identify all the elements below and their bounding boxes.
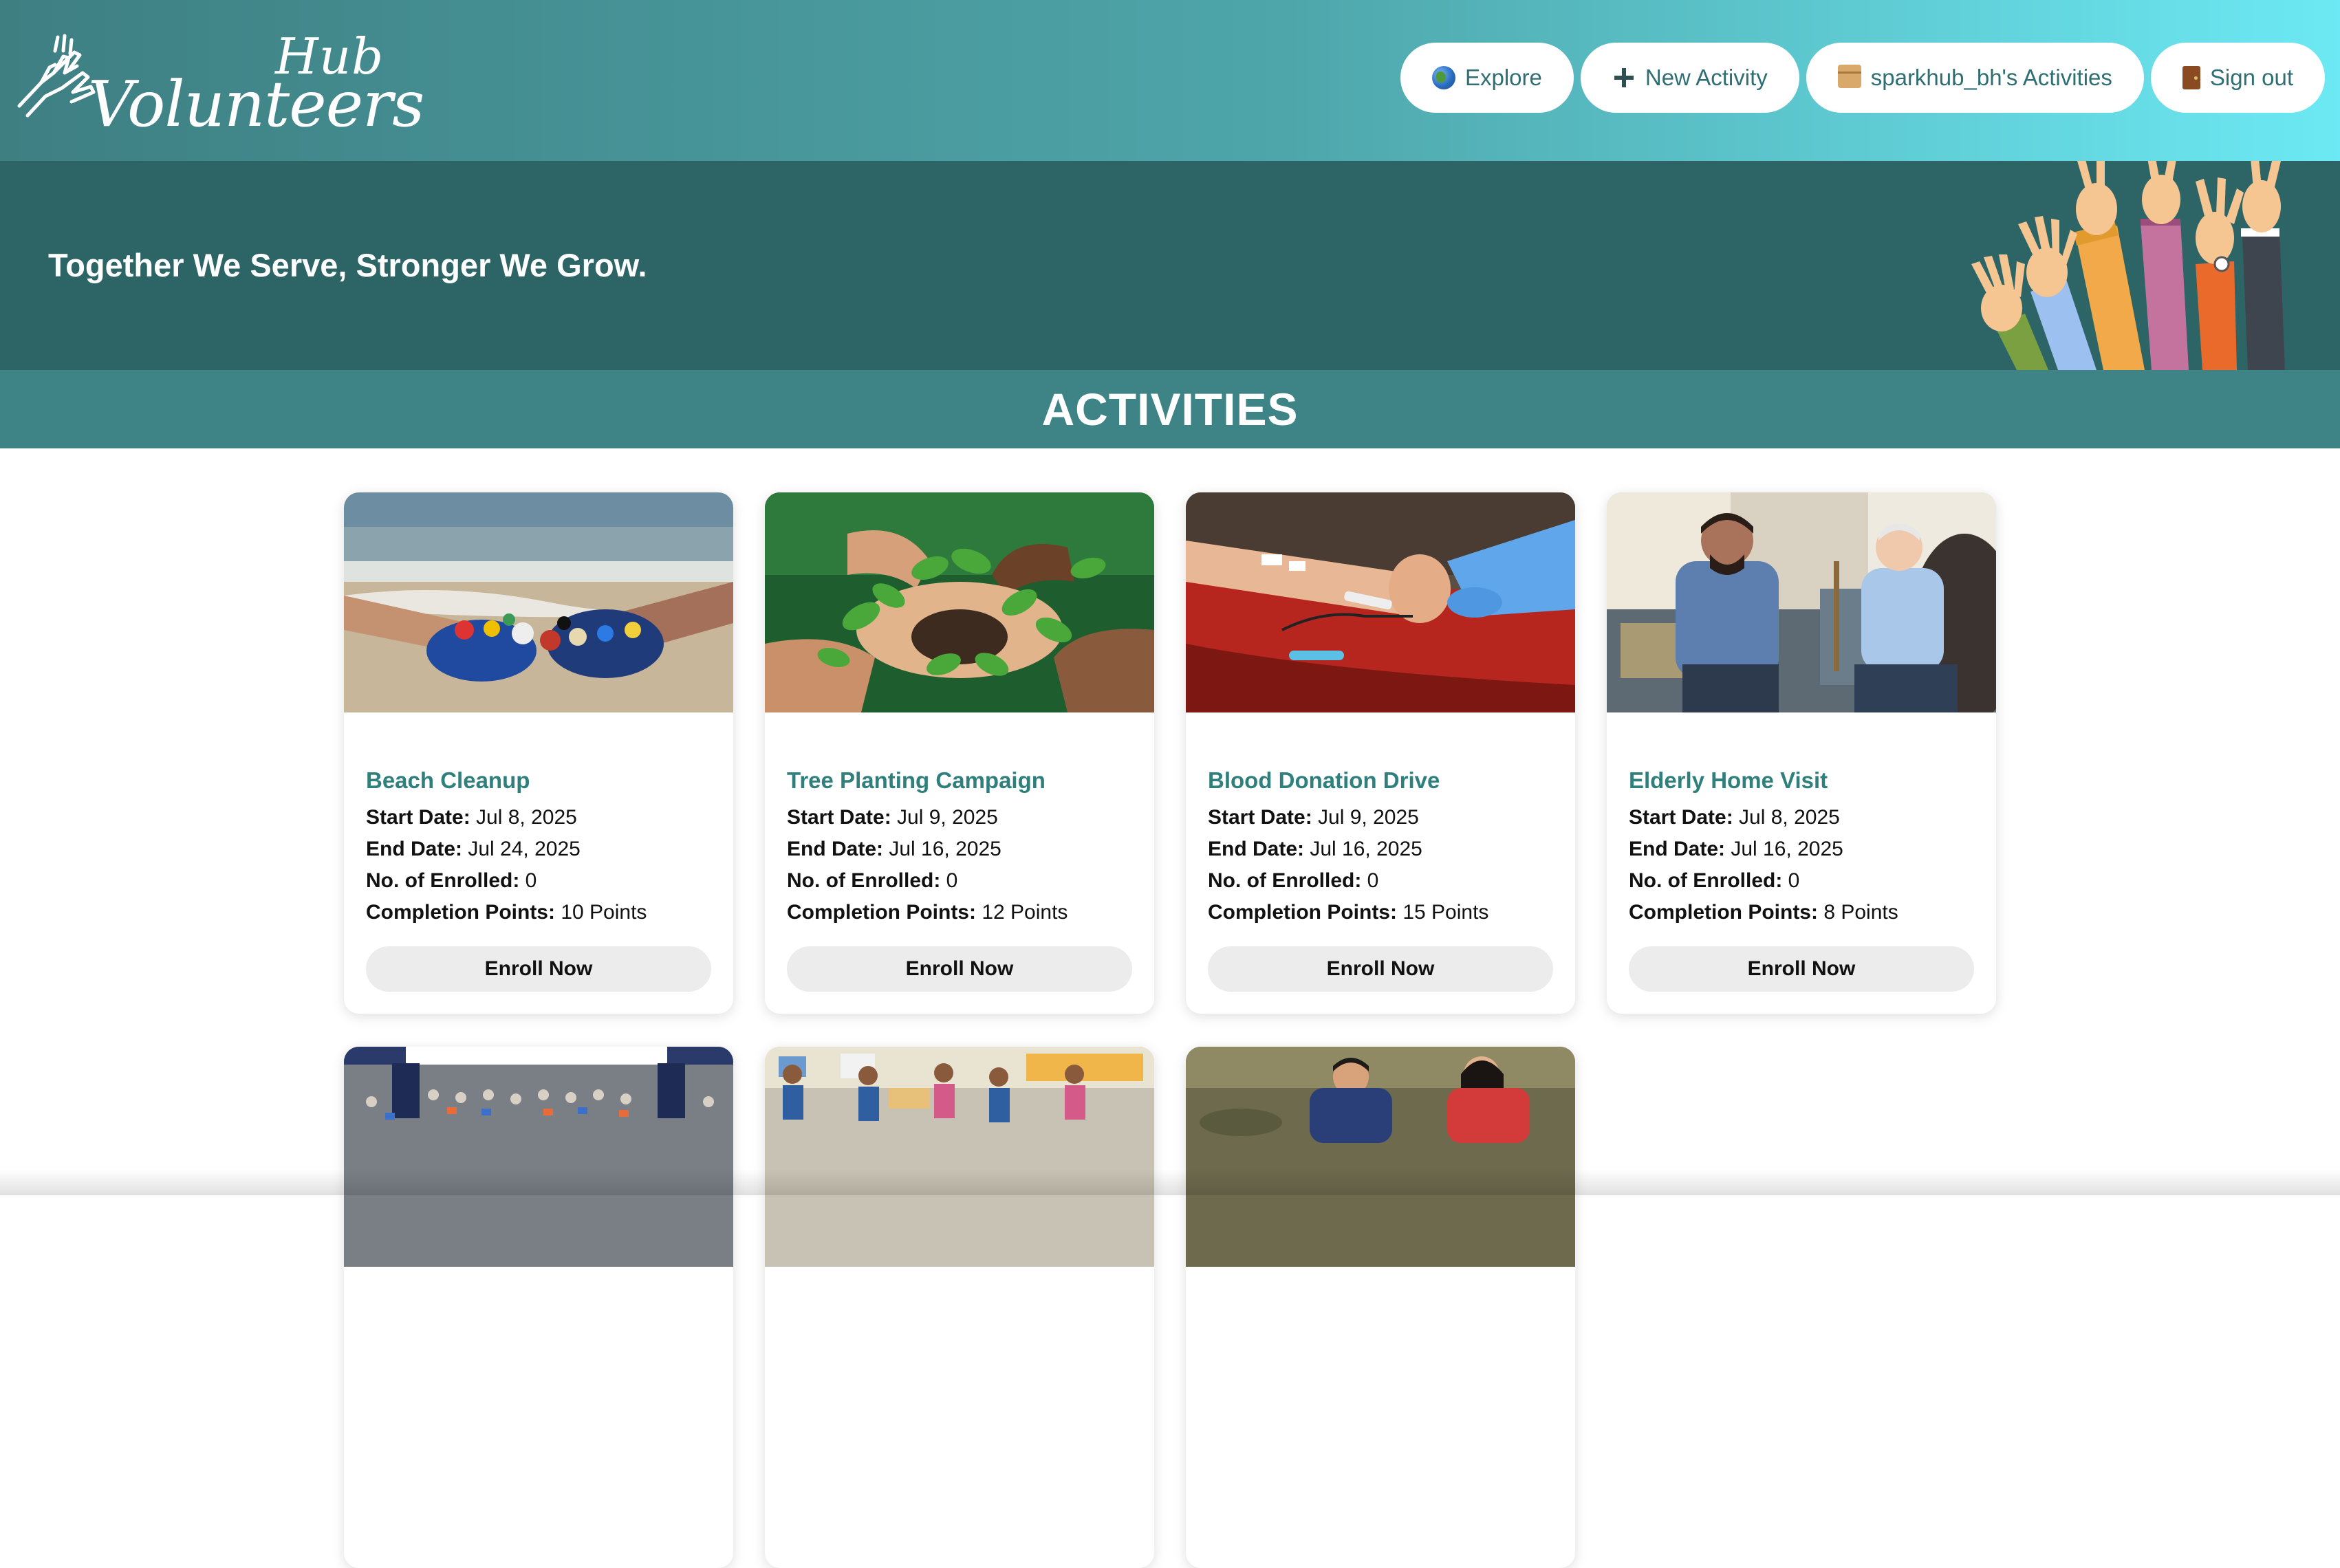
activity-card [344, 1047, 733, 1568]
nav-buttons: Explore New Activity sparkhub_bh's Activ… [1400, 43, 2325, 113]
points-value: 10 Points [561, 901, 647, 924]
start-date-value: Jul 9, 2025 [897, 806, 998, 829]
end-date-row: End Date: Jul 16, 2025 [1208, 834, 1553, 865]
enrolled-value: 0 [1788, 869, 1800, 892]
start-date-label: Start Date: [1629, 806, 1733, 829]
enroll-now-button[interactable]: Enroll Now [1208, 946, 1553, 992]
box-icon [1837, 65, 1861, 88]
logo-text-volunteers: Volunteers [88, 67, 424, 141]
end-date-label: End Date: [366, 838, 463, 860]
volunteers-hub-logo[interactable]: Hub Volunteers [14, 25, 424, 141]
end-date-label: End Date: [787, 838, 884, 860]
plus-icon [1612, 66, 1636, 89]
activity-image-elderly-visit [1607, 492, 1996, 712]
end-date-row: End Date: Jul 24, 2025 [366, 834, 711, 865]
activity-card: Beach Cleanup Start Date: Jul 8, 2025 En… [344, 492, 733, 1014]
end-date-row: End Date: Jul 16, 2025 [787, 834, 1132, 865]
start-date-row: Start Date: Jul 9, 2025 [1208, 802, 1553, 834]
start-date-label: Start Date: [1208, 806, 1312, 829]
activity-card-body: Tree Planting Campaign Start Date: Jul 9… [787, 767, 1132, 928]
enrolled-value: 0 [525, 869, 537, 892]
hero-tagline: Together We Serve, Stronger We Grow. [48, 247, 647, 283]
start-date-row: Start Date: Jul 8, 2025 [366, 802, 711, 834]
enrolled-row: No. of Enrolled: 0 [1208, 865, 1553, 897]
activity-card: Blood Donation Drive Start Date: Jul 9, … [1186, 492, 1575, 1014]
start-date-value: Jul 9, 2025 [1318, 806, 1419, 829]
activity-image-gardening [1186, 1047, 1575, 1267]
explore-button[interactable]: Explore [1400, 43, 1574, 113]
end-date-label: End Date: [1208, 838, 1305, 860]
globe-icon [1431, 66, 1455, 89]
points-row: Completion Points: 15 Points [1208, 897, 1553, 928]
raised-hands-illustration [1971, 161, 2285, 370]
hero-banner: Together We Serve, Stronger We Grow. [0, 161, 2340, 370]
activity-image-beach [344, 492, 733, 712]
my-activities-button[interactable]: sparkhub_bh's Activities [1806, 43, 2144, 113]
enrolled-label: No. of Enrolled: [1208, 869, 1362, 892]
enrolled-label: No. of Enrolled: [787, 869, 941, 892]
enrolled-value: 0 [946, 869, 958, 892]
points-value: 8 Points [1823, 901, 1898, 924]
activity-image-blood-donation [1186, 492, 1575, 712]
end-date-value: Jul 24, 2025 [468, 838, 581, 860]
activity-card: Elderly Home Visit Start Date: Jul 8, 20… [1607, 492, 1996, 1014]
explore-label: Explore [1464, 65, 1542, 90]
enrolled-label: No. of Enrolled: [366, 869, 520, 892]
start-date-row: Start Date: Jul 9, 2025 [787, 802, 1132, 834]
activity-card: Tree Planting Campaign Start Date: Jul 9… [765, 492, 1154, 1014]
end-date-value: Jul 16, 2025 [889, 838, 1001, 860]
activity-card-body: Elderly Home Visit Start Date: Jul 8, 20… [1629, 767, 1974, 928]
activities-section-header: ACTIVITIES [0, 370, 2340, 448]
points-value: 12 Points [982, 901, 1068, 924]
activities-title: ACTIVITIES [1041, 384, 1299, 435]
activity-card [765, 1047, 1154, 1568]
enrolled-row: No. of Enrolled: 0 [1629, 865, 1974, 897]
start-date-value: Jul 8, 2025 [1739, 806, 1840, 829]
activity-card [1186, 1047, 1575, 1568]
end-date-value: Jul 16, 2025 [1310, 838, 1422, 860]
new-activity-button[interactable]: New Activity [1580, 43, 1799, 113]
enroll-now-button[interactable]: Enroll Now [787, 946, 1132, 992]
enrolled-label: No. of Enrolled: [1629, 869, 1783, 892]
my-activities-label: sparkhub_bh's Activities [1870, 65, 2112, 90]
enrolled-row: No. of Enrolled: 0 [366, 865, 711, 897]
points-label: Completion Points: [366, 901, 555, 924]
points-row: Completion Points: 8 Points [1629, 897, 1974, 928]
activity-title[interactable]: Elderly Home Visit [1629, 767, 1974, 794]
activity-title[interactable]: Beach Cleanup [366, 767, 711, 794]
points-label: Completion Points: [1629, 901, 1818, 924]
start-date-label: Start Date: [366, 806, 470, 829]
activity-card-body: Blood Donation Drive Start Date: Jul 9, … [1208, 767, 1553, 928]
end-date-row: End Date: Jul 16, 2025 [1629, 834, 1974, 865]
top-navbar: Hub Volunteers Explore New Activity spar… [0, 0, 2340, 161]
enrolled-value: 0 [1367, 869, 1379, 892]
enroll-now-button[interactable]: Enroll Now [366, 946, 711, 992]
activity-title[interactable]: Tree Planting Campaign [787, 767, 1132, 794]
sign-out-button[interactable]: Sign out [2150, 43, 2325, 113]
points-row: Completion Points: 12 Points [787, 897, 1132, 928]
points-value: 15 Points [1402, 901, 1489, 924]
start-date-label: Start Date: [787, 806, 891, 829]
end-date-value: Jul 16, 2025 [1731, 838, 1843, 860]
activity-image-marathon [344, 1047, 733, 1267]
start-date-value: Jul 8, 2025 [476, 806, 577, 829]
new-activity-label: New Activity [1645, 65, 1768, 90]
points-label: Completion Points: [787, 901, 976, 924]
enrolled-row: No. of Enrolled: 0 [787, 865, 1132, 897]
start-date-row: Start Date: Jul 8, 2025 [1629, 802, 1974, 834]
activity-image-tree-planting [765, 492, 1154, 712]
points-row: Completion Points: 10 Points [366, 897, 711, 928]
activity-image-classroom [765, 1047, 1154, 1267]
points-label: Completion Points: [1208, 901, 1397, 924]
door-icon [2182, 66, 2200, 89]
enroll-now-button[interactable]: Enroll Now [1629, 946, 1974, 992]
activity-title[interactable]: Blood Donation Drive [1208, 767, 1553, 794]
activity-card-body: Beach Cleanup Start Date: Jul 8, 2025 En… [366, 767, 711, 928]
sign-out-label: Sign out [2209, 65, 2293, 90]
end-date-label: End Date: [1629, 838, 1726, 860]
